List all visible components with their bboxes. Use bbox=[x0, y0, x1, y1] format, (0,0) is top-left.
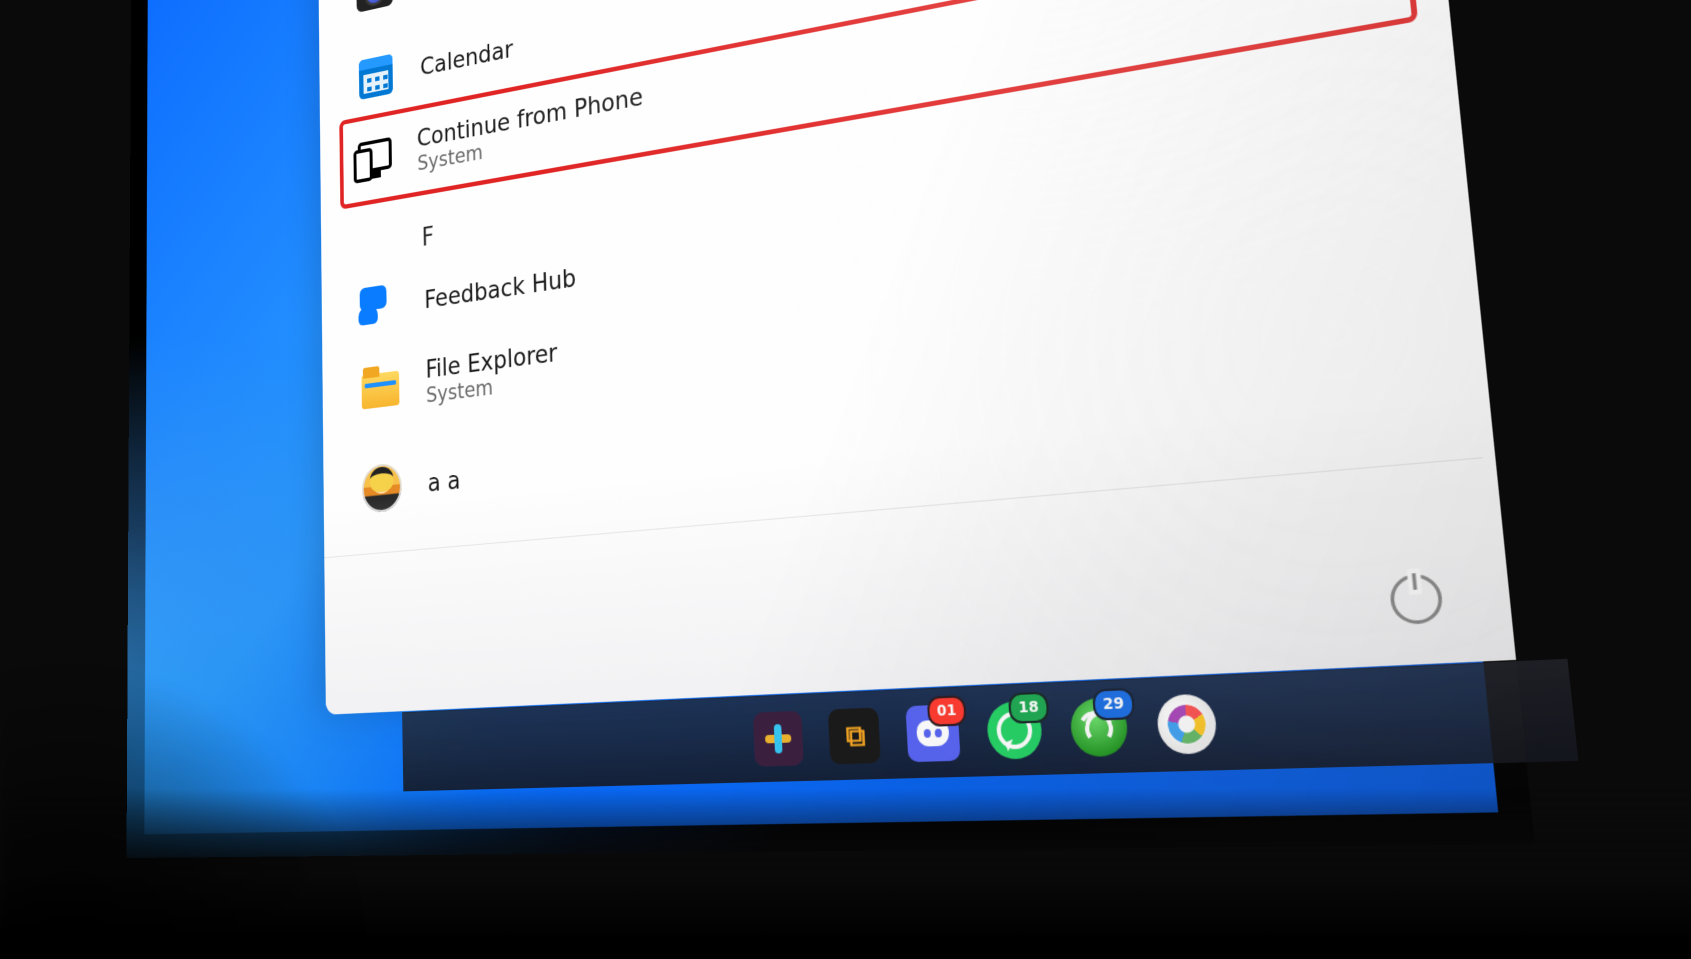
taskbar-item-xbox[interactable]: 29 bbox=[1069, 697, 1129, 757]
app-label: Feedback Hub bbox=[424, 263, 576, 314]
user-name: a a bbox=[427, 466, 460, 498]
taskbar-item-discord[interactable]: 01 bbox=[905, 704, 960, 762]
phone-to-pc-icon bbox=[352, 131, 394, 187]
app-label: Calendar bbox=[420, 35, 513, 81]
all-apps-list: Clock Camera Calendar bbox=[346, 0, 1442, 525]
taskbar-item-whatsapp[interactable]: 18 bbox=[986, 701, 1044, 760]
start-menu: Clock Camera Calendar bbox=[318, 0, 1516, 715]
vmware-icon: ⧉ bbox=[845, 718, 863, 755]
paint-icon bbox=[1166, 704, 1207, 744]
foreground-blur bbox=[0, 659, 360, 959]
taskbar-item-vmware[interactable]: ⧉ bbox=[828, 707, 881, 764]
avatar-icon bbox=[360, 460, 403, 516]
taskbar-item-slack[interactable] bbox=[753, 711, 804, 767]
calendar-icon bbox=[355, 49, 397, 105]
discord-badge: 01 bbox=[927, 695, 967, 727]
slack-icon bbox=[764, 724, 791, 754]
taskbar-item-paint[interactable] bbox=[1156, 693, 1219, 754]
xbox-badge: 29 bbox=[1092, 688, 1135, 721]
whatsapp-badge: 18 bbox=[1008, 691, 1050, 723]
feedback-hub-icon bbox=[358, 279, 400, 335]
folder-icon bbox=[359, 360, 402, 416]
camera-icon bbox=[354, 0, 395, 22]
